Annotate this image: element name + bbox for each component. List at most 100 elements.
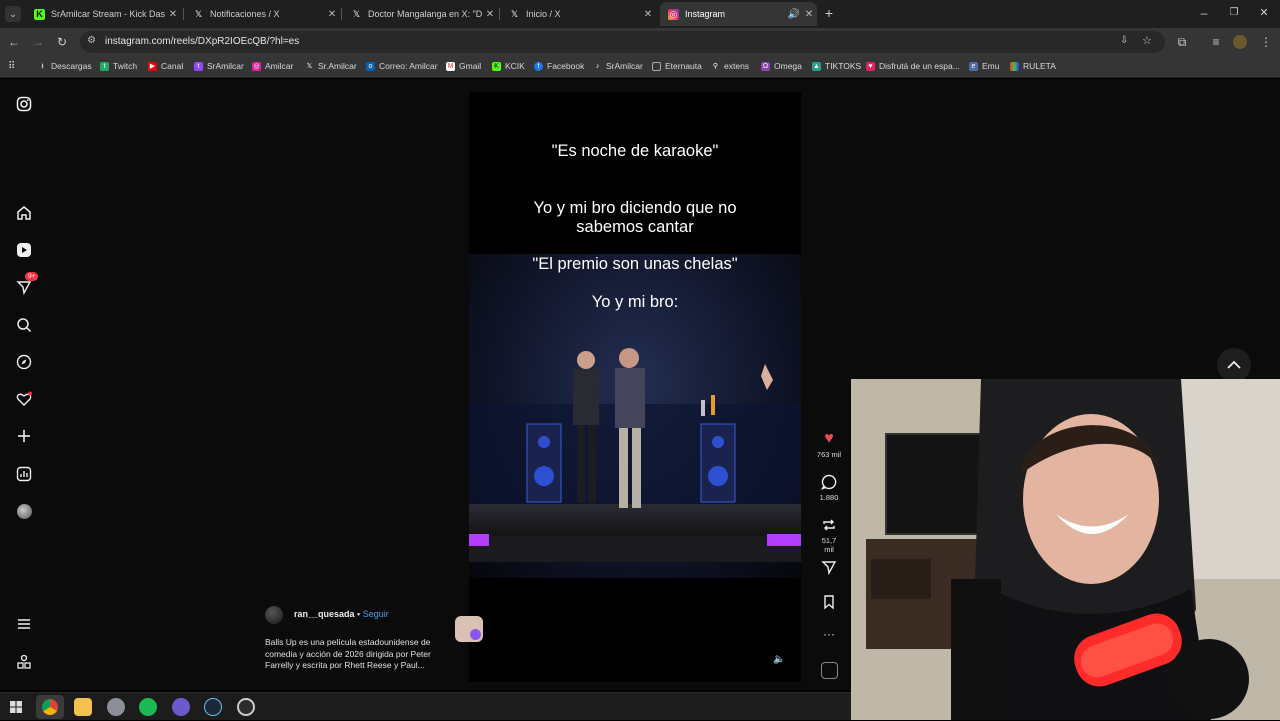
bookmark-eternauta[interactable]: Eternauta bbox=[652, 61, 702, 71]
speaker-icon[interactable]: 🔊 bbox=[787, 9, 801, 20]
taskbar-obs[interactable] bbox=[237, 698, 255, 716]
bookmark-label: Correo: Amilcar bbox=[379, 61, 438, 71]
bookmark-descargas[interactable]: ⭳ Descargas bbox=[38, 61, 91, 71]
reels-icon[interactable] bbox=[15, 241, 33, 259]
start-button[interactable] bbox=[7, 698, 25, 716]
forward-button[interactable]: → bbox=[30, 34, 46, 50]
direct-messages-icon[interactable]: 9+ bbox=[15, 272, 39, 296]
comment-action[interactable]: 1.880 bbox=[816, 474, 842, 502]
create-plus-icon[interactable] bbox=[15, 427, 33, 445]
bookmark-tiktoks[interactable]: ▲ TIKTOKS bbox=[812, 61, 861, 71]
tab-inicio[interactable]: 𝕏 Inicio / X ✕ bbox=[501, 4, 656, 24]
close-window-button[interactable]: ✕ bbox=[1256, 5, 1272, 21]
more-options-icon[interactable]: ··· bbox=[816, 627, 842, 641]
reel-description[interactable]: Balls Up es una película estadounidense … bbox=[265, 637, 455, 672]
bookmark-star-icon[interactable]: ☆ bbox=[1142, 34, 1152, 47]
address-bar[interactable]: ⚙ instagram.com/reels/DXpR2IOEcQB/?hl=es… bbox=[80, 31, 1165, 53]
x-icon: 𝕏 bbox=[306, 62, 313, 70]
install-app-icon[interactable]: ⇩ bbox=[1120, 35, 1128, 46]
share-action[interactable] bbox=[816, 559, 842, 577]
save-action[interactable] bbox=[816, 594, 842, 612]
audio-thumbnail[interactable] bbox=[816, 662, 842, 679]
also-from-meta-icon[interactable] bbox=[15, 653, 33, 671]
follow-button[interactable]: Seguir bbox=[363, 609, 389, 619]
heart-icon[interactable]: ♥ bbox=[816, 431, 842, 447]
repost-action[interactable]: 51,7 mil bbox=[816, 517, 842, 554]
site-info-icon[interactable]: ⚙ bbox=[87, 35, 96, 46]
bookmark-label: Disfrutá de un espa... bbox=[879, 61, 960, 71]
mute-toggle-icon[interactable]: 🔈 bbox=[773, 654, 785, 665]
bookmark-label: RULETA bbox=[1023, 61, 1056, 71]
instagram-icon: ◎ bbox=[252, 61, 261, 71]
profile-avatar[interactable] bbox=[15, 502, 33, 520]
menu-kebab-icon[interactable]: ⋮ bbox=[1258, 34, 1274, 50]
tab-title: Notificaciones / X bbox=[210, 9, 280, 19]
instagram-logo-icon[interactable] bbox=[15, 95, 33, 113]
outlook-icon: o bbox=[366, 61, 375, 71]
bookmark-facebook[interactable]: f Facebook bbox=[534, 61, 584, 71]
tab-title: Instagram bbox=[685, 9, 726, 19]
scroll-up-button[interactable] bbox=[1217, 348, 1251, 382]
repost-icon[interactable] bbox=[821, 517, 837, 533]
bookmark-sramilcar[interactable]: t SrAmilcar bbox=[194, 61, 244, 71]
bookmark-ruleta[interactable]: RULETA bbox=[1010, 61, 1056, 71]
taskbar-spotify[interactable] bbox=[139, 698, 157, 716]
notifications-heart-icon[interactable] bbox=[15, 390, 33, 408]
bookmark-kcik[interactable]: K KCIK bbox=[492, 61, 525, 71]
bookmark-icon[interactable] bbox=[821, 594, 837, 610]
share-icon[interactable] bbox=[821, 559, 837, 576]
browser-toolbar: ← → ↻ ⚙ instagram.com/reels/DXpR2IOEcQB/… bbox=[0, 28, 1280, 56]
bookmark-label: Emu bbox=[982, 61, 1000, 71]
close-icon[interactable]: ✕ bbox=[640, 9, 656, 20]
bookmark-label: Gmail bbox=[459, 61, 482, 71]
new-tab-button[interactable]: + bbox=[821, 5, 837, 21]
chevron-up-icon bbox=[1227, 360, 1241, 369]
profile-avatar[interactable] bbox=[1232, 34, 1248, 50]
bookmark-label: extens bbox=[724, 61, 750, 71]
author-avatar[interactable] bbox=[265, 606, 283, 624]
close-icon[interactable]: ✕ bbox=[324, 9, 340, 20]
bookmark-sramilcar-tiktok[interactable]: ♪ SrAmilcar bbox=[593, 61, 643, 71]
bookmark-canal[interactable]: ▶ Canal bbox=[148, 61, 183, 71]
taskbar-chrome[interactable] bbox=[36, 695, 64, 719]
home-icon[interactable] bbox=[15, 204, 33, 222]
bookmark-correo[interactable]: o Correo: Amilcar bbox=[366, 61, 438, 71]
tab-kick[interactable]: K SrAmilcar Stream - Kick Dashbo ✕ bbox=[26, 4, 181, 24]
taskbar-discord[interactable] bbox=[172, 698, 190, 716]
bookmark-omega[interactable]: Ω Omega bbox=[761, 61, 802, 71]
bookmark-extens[interactable]: ⚲ extens bbox=[711, 61, 749, 71]
bookmark-amilcar[interactable]: ◎ Amilcar bbox=[252, 61, 293, 71]
taskbar-steam[interactable] bbox=[204, 698, 222, 716]
close-icon[interactable]: ✕ bbox=[482, 9, 498, 20]
tab-search-button[interactable]: ⌄ bbox=[5, 6, 21, 22]
close-icon[interactable]: ✕ bbox=[801, 9, 817, 20]
bookmark-disfruta[interactable]: ♥ Disfrutá de un espa... bbox=[866, 61, 960, 71]
taskbar-app[interactable] bbox=[107, 698, 125, 716]
bookmark-emu[interactable]: e Emu bbox=[969, 61, 999, 71]
caption-line: Yo y mi bro: bbox=[591, 293, 679, 311]
close-icon[interactable]: ✕ bbox=[165, 9, 181, 20]
search-icon[interactable] bbox=[15, 316, 33, 334]
reading-list-icon[interactable]: ≡ bbox=[1208, 34, 1224, 50]
bookmark-sr-amilcar[interactable]: 𝕏 Sr.Amilcar bbox=[305, 61, 357, 71]
reload-button[interactable]: ↻ bbox=[54, 34, 70, 50]
bookmark-twitch[interactable]: t Twitch bbox=[100, 61, 137, 71]
tab-instagram[interactable]: ◎ Instagram 🔊 ✕ bbox=[660, 2, 817, 26]
tab-notificaciones[interactable]: 𝕏 Notificaciones / X ✕ bbox=[185, 4, 340, 24]
apps-icon[interactable]: ⠿ bbox=[8, 61, 15, 72]
author-username[interactable]: ran__quesada bbox=[294, 609, 355, 619]
bookmark-gmail[interactable]: M Gmail bbox=[446, 61, 481, 71]
extensions-icon[interactable]: ⧉ bbox=[1174, 34, 1190, 50]
explore-icon[interactable] bbox=[15, 353, 33, 371]
minimize-button[interactable]: – bbox=[1196, 5, 1212, 21]
like-action[interactable]: ♥ 763 mil bbox=[816, 431, 842, 460]
more-menu-icon[interactable] bbox=[15, 615, 33, 633]
comment-icon[interactable] bbox=[820, 474, 837, 490]
taskbar-file-explorer[interactable] bbox=[74, 698, 92, 716]
reel-video[interactable]: "Es noche de karaoke" Yo y mi bro dicien… bbox=[469, 92, 801, 682]
tab-doctor-mangalanga[interactable]: 𝕏 Doctor Mangalanga en X: "Disc ✕ bbox=[343, 4, 498, 24]
dashboard-icon[interactable] bbox=[15, 465, 33, 483]
kick-icon: K bbox=[34, 8, 45, 20]
back-button[interactable]: ← bbox=[6, 34, 22, 50]
restore-button[interactable]: ❐ bbox=[1226, 5, 1242, 21]
